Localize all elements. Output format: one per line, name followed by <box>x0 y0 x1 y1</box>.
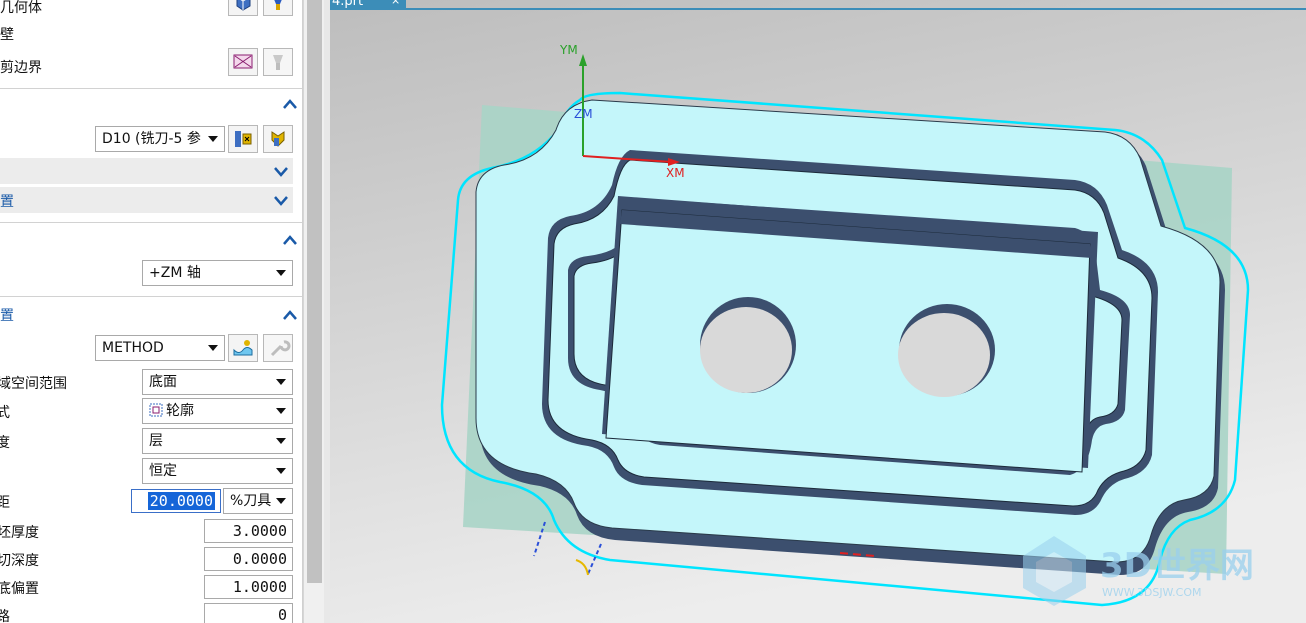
collapse-tool-section-icon[interactable] <box>282 98 298 110</box>
trim-boundary-icon <box>233 54 253 69</box>
cut-method-icon <box>233 340 253 356</box>
path-settings-header: 置 <box>0 308 14 324</box>
cut-pattern-dropdown[interactable]: 轮廓 <box>142 398 293 424</box>
dropdown-arrow-icon <box>276 438 286 444</box>
edit-tool-button[interactable] <box>228 125 258 153</box>
select-trim-boundary-button[interactable] <box>228 48 258 76</box>
floor-offset-input[interactable]: 1.0000 <box>204 575 293 599</box>
display-part-button[interactable] <box>263 0 293 16</box>
flashlight-icon <box>274 0 282 10</box>
new-tool-button[interactable] <box>263 125 293 153</box>
new-tool-icon <box>271 131 285 147</box>
hole-right <box>898 313 990 397</box>
dropdown-arrow-icon <box>276 270 286 276</box>
stepover-label: 距 <box>0 492 10 512</box>
section-header-label: 置 <box>0 194 14 210</box>
cut-depth-input[interactable]: 0.0000 <box>204 547 293 571</box>
watermark-url: WWW.3DSJW.COM <box>1102 586 1202 599</box>
stepover-unit-dropdown[interactable]: %刀具 <box>223 488 293 514</box>
collapsed-section-band[interactable] <box>0 158 293 184</box>
collapse-axis-section-icon[interactable] <box>282 234 298 246</box>
dropdown-arrow-icon <box>276 379 286 385</box>
blank-thickness-input[interactable]: 3.0000 <box>204 519 293 543</box>
specify-wall-label: 壁 <box>0 27 14 43</box>
method-dropdown[interactable]: METHOD <box>95 335 225 361</box>
cut-depth-dropdown[interactable]: 层 <box>142 428 293 454</box>
scrollbar-thumb[interactable] <box>307 0 322 583</box>
y-axis-label: YM <box>559 43 578 57</box>
last-field-input[interactable]: 0 <box>204 603 293 623</box>
tool-select-dropdown[interactable]: D10 (铣刀-5 参 <box>95 126 225 152</box>
select-part-button[interactable] <box>228 0 258 16</box>
cut-depth-value-label: 切深度 <box>0 553 39 569</box>
blank-thickness-label: 坯厚度 <box>0 525 39 541</box>
flashlight-disabled-icon <box>273 55 283 70</box>
specify-trim-boundary-label: 修剪边界 <box>0 60 42 76</box>
part-geometry-icon <box>236 0 251 11</box>
collapse-path-settings-icon[interactable] <box>282 309 298 321</box>
section-divider <box>0 222 302 223</box>
tab-strip-line <box>406 8 1306 10</box>
edit-tool-icon <box>235 131 252 147</box>
edit-method-button[interactable] <box>228 334 258 362</box>
wrench-icon <box>270 340 291 357</box>
expand-section-icon[interactable] <box>273 165 289 177</box>
last-field-label: 路 <box>0 606 10 623</box>
cut-range-label: 域空间范围 <box>0 376 67 392</box>
cut-depth-label: 度 <box>0 432 10 452</box>
dropdown-arrow-icon <box>276 498 286 504</box>
expand-section-icon[interactable] <box>273 194 289 206</box>
profile-pattern-icon <box>149 403 163 417</box>
z-axis-label: ZM <box>574 107 593 121</box>
panel-scrollbar[interactable] <box>303 0 324 623</box>
dropdown-arrow-icon <box>276 468 286 474</box>
model-view[interactable]: YM XM ZM 3D世界网 WWW.3DSJW.COM <box>330 0 1306 623</box>
section-divider <box>0 88 302 89</box>
graphics-viewport[interactable]: YM XM ZM 3D世界网 WWW.3DSJW.COM 4.prt × <box>330 0 1306 623</box>
operation-dialog-panel: 几何体 壁 修剪边界 D10 (铣刀-5 参 置 +ZM 轴 置 METHOD <box>0 0 303 623</box>
x-axis-label: XM <box>666 166 685 180</box>
specify-part-label: 几何体 <box>0 0 42 16</box>
cut-range-dropdown[interactable]: 底面 <box>142 369 293 395</box>
close-tab-icon[interactable]: × <box>391 0 400 7</box>
method-settings-button[interactable] <box>263 334 293 362</box>
watermark-text: 3D世界网 <box>1100 546 1254 586</box>
display-trim-boundary-button[interactable] <box>263 48 293 76</box>
section-divider <box>0 296 302 297</box>
floor-offset-label: 底偏置 <box>0 581 39 597</box>
step-type-dropdown[interactable]: 恒定 <box>142 458 293 484</box>
tool-axis-dropdown[interactable]: +ZM 轴 <box>142 260 293 286</box>
dropdown-arrow-icon <box>208 136 218 142</box>
collapsed-section-band[interactable]: 置 <box>0 187 293 213</box>
file-tab[interactable]: 4.prt × <box>330 0 406 10</box>
hole-left <box>700 307 792 393</box>
file-tab-label: 4.prt <box>332 0 364 9</box>
dropdown-arrow-icon <box>276 408 286 414</box>
cut-pattern-label: 式 <box>0 402 10 422</box>
stepover-input[interactable]: 20.0000 <box>131 489 221 513</box>
dropdown-arrow-icon <box>208 345 218 351</box>
